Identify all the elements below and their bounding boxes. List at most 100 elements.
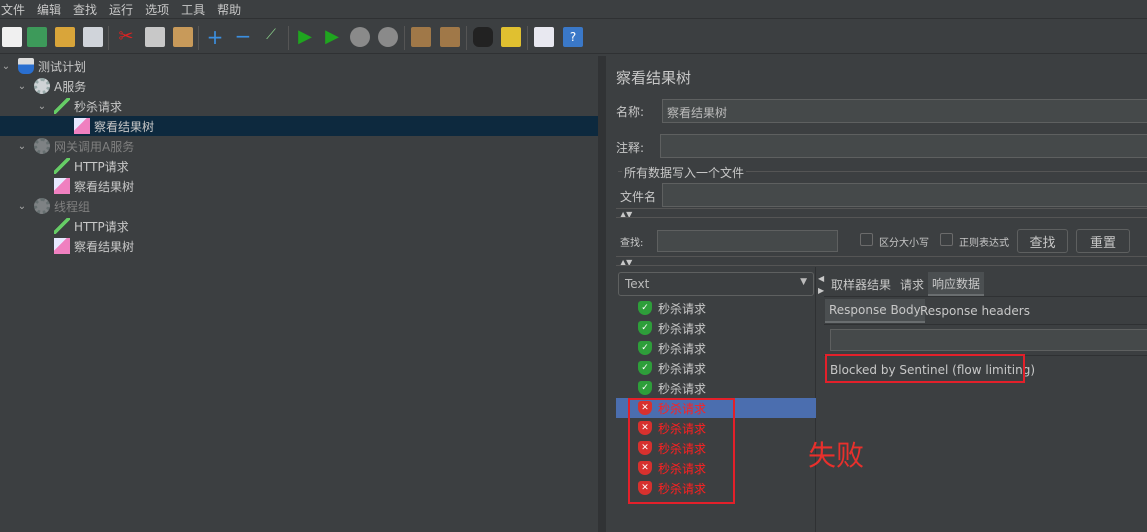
tree-node[interactable]: HTTP请求 — [0, 216, 598, 236]
file-group-label: 所有数据写入一个文件 — [622, 164, 747, 181]
highlight-box — [825, 354, 1025, 383]
filename-label: 文件名 — [620, 190, 657, 204]
toolbar: ✂ + − ⟋ ▶ ▶ ? — [0, 20, 1147, 54]
chevron-down-icon[interactable]: ⌄ — [16, 201, 28, 212]
regex-checkbox[interactable] — [940, 233, 953, 246]
chevron-down-icon[interactable]: ⌄ — [16, 81, 28, 92]
tab-sampler-result[interactable]: 取样器结果 — [827, 272, 895, 296]
menu-options[interactable]: 选项 — [144, 1, 170, 18]
splitter[interactable] — [598, 56, 606, 532]
pipette-icon — [54, 158, 70, 174]
menu-run[interactable]: 运行 — [108, 1, 134, 18]
response-search-input[interactable] — [830, 329, 1147, 351]
stop-icon[interactable] — [350, 27, 370, 47]
search-input[interactable] — [657, 230, 838, 252]
start-no-pause-icon[interactable]: ▶ — [322, 27, 342, 47]
case-sensitive-checkbox[interactable] — [860, 233, 873, 246]
comment-input[interactable] — [660, 134, 1147, 158]
success-shield-icon: ✓ — [638, 301, 652, 315]
menu-edit[interactable]: 编辑 — [36, 1, 62, 18]
function-helper-icon[interactable] — [534, 27, 554, 47]
result-label: 秒杀请求 — [658, 361, 707, 376]
tree-node-label: 秒杀请求 — [74, 99, 123, 114]
tree-node-label: 察看结果树 — [94, 119, 155, 134]
result-label: 秒杀请求 — [658, 321, 707, 336]
clear-all-icon[interactable] — [440, 27, 460, 47]
tree-node[interactable]: ⌄ 网关调用A服务 — [0, 136, 598, 156]
clear-icon[interactable] — [411, 27, 431, 47]
gear-icon — [34, 198, 50, 214]
fail-annotation: 失败 — [808, 439, 865, 472]
gear-icon — [34, 138, 50, 154]
tree-node-label: HTTP请求 — [74, 219, 129, 234]
collapse-left-icon[interactable]: ◀ — [818, 274, 824, 283]
success-shield-icon: ✓ — [638, 361, 652, 375]
binoculars-icon[interactable] — [473, 27, 493, 47]
open-icon[interactable] — [55, 27, 75, 47]
chart-icon — [54, 178, 70, 194]
case-sensitive-label: 区分大小写 — [879, 238, 929, 249]
reset-button[interactable]: 重置 — [1076, 229, 1130, 253]
copy-icon[interactable] — [145, 27, 165, 47]
paste-icon[interactable] — [173, 27, 193, 47]
tree-node-label: 测试计划 — [38, 59, 87, 74]
tree-node-label: 网关调用A服务 — [54, 139, 135, 154]
result-label: 秒杀请求 — [658, 301, 707, 316]
tree-node[interactable]: ⌄ 线程组 — [0, 196, 598, 216]
new-icon[interactable] — [2, 27, 22, 47]
toggle-icon[interactable]: ⟋ — [261, 27, 281, 47]
tree-node-label: 察看结果树 — [74, 179, 135, 194]
tree-node[interactable]: HTTP请求 — [0, 156, 598, 176]
chevron-down-icon[interactable]: ⌄ — [36, 101, 48, 112]
shutdown-icon[interactable] — [378, 27, 398, 47]
test-plan-tree: ⌄ 测试计划 ⌄ A服务 ⌄ 秒杀请求 察看结果树 ⌄ 网关调用A服务 HTTP请求 察看结果树 ⌄ 线… — [0, 56, 598, 532]
tab-response-headers[interactable]: Response headers — [916, 299, 1034, 323]
success-shield-icon: ✓ — [638, 321, 652, 335]
result-item[interactable]: ✓ 秒杀请求 — [616, 318, 816, 338]
expand-right-icon[interactable]: ▶ — [818, 286, 824, 295]
tree-node-label: 线程组 — [54, 199, 91, 214]
templates-icon[interactable] — [27, 27, 47, 47]
chart-icon — [54, 238, 70, 254]
menu-help[interactable]: 帮助 — [216, 1, 242, 18]
tree-node-label: A服务 — [54, 79, 87, 94]
menu-file[interactable]: 文件 — [0, 1, 26, 18]
menu-bar: 文件 编辑 查找 运行 选项 工具 帮助 — [0, 0, 1147, 19]
filename-input[interactable] — [662, 183, 1147, 207]
tree-node[interactable]: ⌄ 秒杀请求 — [0, 96, 598, 116]
save-icon[interactable] — [83, 27, 103, 47]
gear-icon — [34, 78, 50, 94]
tree-node-label: 察看结果树 — [74, 239, 135, 254]
name-input[interactable]: 察看结果树 — [662, 99, 1147, 123]
chevron-down-icon[interactable]: ⌄ — [16, 141, 28, 152]
collapse-icon[interactable]: − — [233, 26, 253, 47]
failed-highlight-box — [628, 398, 735, 504]
broom-icon[interactable] — [501, 27, 521, 47]
result-item[interactable]: ✓ 秒杀请求 — [616, 338, 816, 358]
tab-request[interactable]: 请求 — [896, 272, 928, 296]
tree-node[interactable]: 察看结果树 — [0, 116, 598, 136]
renderer-select[interactable]: Text ▼ — [618, 272, 814, 296]
tab-response-body[interactable]: Response Body — [825, 299, 925, 323]
cut-icon[interactable]: ✂ — [116, 27, 136, 47]
tree-node[interactable]: ⌄ 测试计划 — [0, 56, 598, 76]
tree-node[interactable]: 察看结果树 — [0, 236, 598, 256]
result-item[interactable]: ✓ 秒杀请求 — [616, 298, 816, 318]
regex-label: 正则表达式 — [959, 238, 1009, 249]
expand-icon[interactable]: + — [205, 27, 225, 47]
menu-search[interactable]: 查找 — [72, 1, 98, 18]
result-label: 秒杀请求 — [658, 381, 707, 396]
tree-node[interactable]: 察看结果树 — [0, 176, 598, 196]
result-item[interactable]: ✓ 秒杀请求 — [616, 358, 816, 378]
menu-tools[interactable]: 工具 — [180, 1, 206, 18]
tab-response-data[interactable]: 响应数据 — [928, 272, 985, 296]
start-icon[interactable]: ▶ — [295, 27, 315, 47]
pipette-icon — [54, 218, 70, 234]
tree-node[interactable]: ⌄ A服务 — [0, 76, 598, 96]
flask-icon — [18, 58, 34, 74]
help-icon[interactable]: ? — [563, 27, 583, 47]
panel-title: 察看结果树 — [616, 69, 692, 87]
find-button[interactable]: 查找 — [1017, 229, 1068, 253]
chevron-down-icon[interactable]: ⌄ — [0, 61, 12, 72]
result-item[interactable]: ✓ 秒杀请求 — [616, 378, 816, 398]
